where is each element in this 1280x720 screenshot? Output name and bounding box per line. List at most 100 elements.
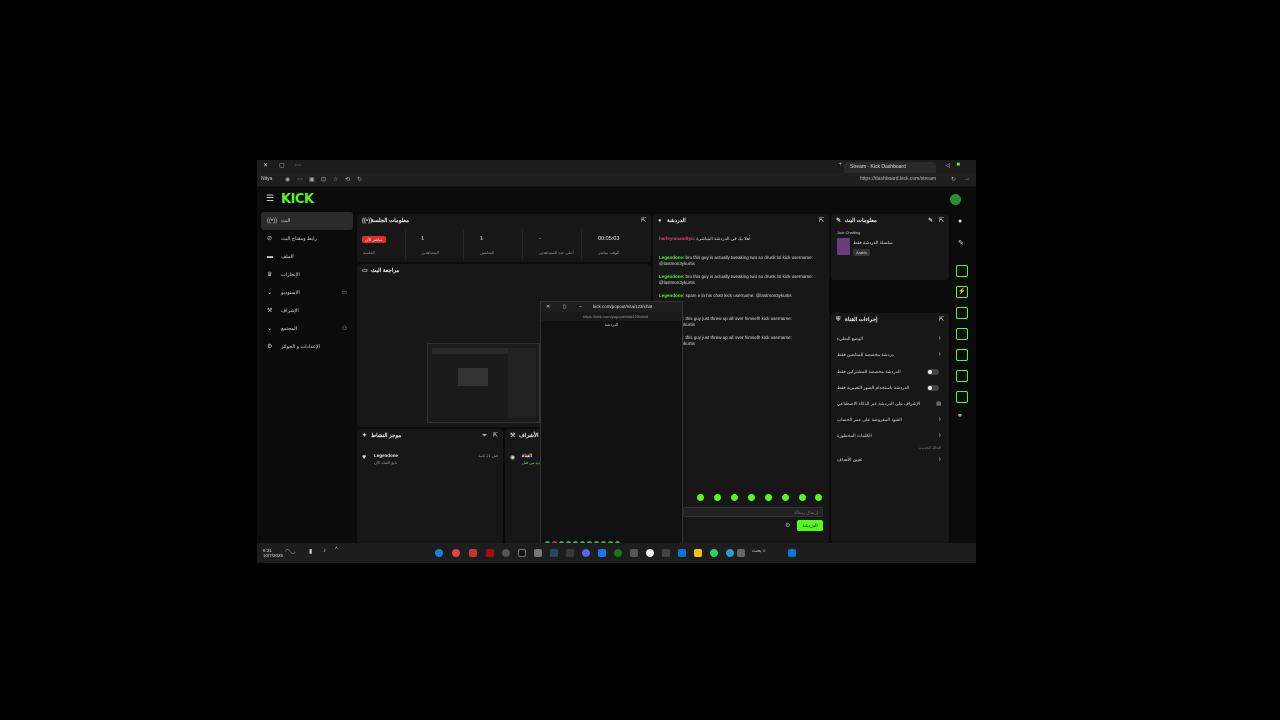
pencil-icon[interactable]: ✎ [958, 239, 964, 247]
gavel-icon[interactable] [956, 391, 968, 403]
app-icon[interactable] [598, 549, 606, 557]
rail-button-3[interactable] [956, 307, 968, 319]
popout-icon[interactable]: ⇱ [939, 214, 944, 228]
action-subscribers-only[interactable]: الدردشة مخصصة للمشتركين فقط [837, 366, 941, 378]
app-icon[interactable] [534, 549, 542, 557]
taskview-icon[interactable] [737, 549, 745, 557]
emote-icon[interactable] [731, 494, 738, 501]
chat-user[interactable]: Legendone [659, 274, 683, 279]
filter-icon[interactable]: ⏷ [482, 429, 487, 443]
sidebar-item-profile[interactable]: ▬ الملف [261, 248, 353, 266]
sidebar-item-achievements[interactable]: ♛ الإنجازات [261, 266, 353, 284]
bolt-icon[interactable]: ⚡ [956, 286, 968, 298]
edge-icon[interactable] [435, 549, 443, 557]
browser-tab[interactable]: Stream - Kick Dashboard [844, 162, 936, 173]
action-ai-moderation[interactable]: الإشراف على الدردشة عبر الذكاء الاصطناعي… [837, 398, 941, 410]
battery-icon[interactable]: ▮ [309, 548, 312, 555]
minimize-window-icon[interactable]: ▢ [279, 162, 285, 169]
tabs-icon[interactable]: ▣ [309, 176, 315, 183]
search-button[interactable]: بحث ⌕ [752, 548, 766, 554]
avatar[interactable] [950, 194, 961, 205]
wifi-icon[interactable]: ◠◡ [285, 548, 295, 555]
emote-icon[interactable] [714, 494, 721, 501]
telegram-icon[interactable] [726, 549, 734, 557]
extensions-icon[interactable]: ◉ [285, 176, 290, 183]
settings-icon[interactable]: ⚙ [785, 522, 790, 529]
popout-icon[interactable]: ⇱ [939, 313, 944, 327]
steam-icon[interactable] [550, 549, 558, 557]
sidebar-item-settings[interactable]: ⚙ الإعدادات و الجوائز [261, 338, 353, 356]
sidebar-item-moderation[interactable]: ⚒ الإشراف [261, 302, 353, 320]
app-icon[interactable] [566, 549, 574, 557]
url-field[interactable]: https://dashboard.kick.com/stream [860, 176, 936, 182]
clock[interactable]: 6:31 10/7/2025 [263, 548, 283, 558]
edit-icon[interactable]: ✎ [928, 214, 933, 228]
action-emotes-only[interactable]: الدردشة باستخدام الصور التعبيرية فقط [837, 382, 941, 394]
menu-dots-icon[interactable]: ⋯ [297, 176, 303, 183]
chat-user[interactable]: harleymoandtyu [659, 236, 694, 241]
forward-icon[interactable]: → [964, 176, 970, 182]
maximize-icon[interactable]: ▯ [563, 302, 566, 312]
reload-icon[interactable]: ↻ [951, 176, 956, 183]
action-slow-mode[interactable]: الوضع البطيء › [837, 333, 941, 345]
favorites-icon[interactable]: ☆ [333, 176, 338, 183]
popup-url-bar[interactable]: https://kick.com/popout/nitai123/chat [541, 312, 682, 321]
kick-logo[interactable]: KICK [281, 192, 314, 207]
app-icon[interactable] [630, 549, 638, 557]
chat-input[interactable] [683, 507, 823, 517]
menu-icon[interactable]: ☰ [266, 193, 274, 204]
close-icon[interactable]: ✕ [546, 302, 550, 312]
more-icon[interactable]: ⋯ [295, 162, 301, 169]
app-icon[interactable] [662, 549, 670, 557]
collections-icon[interactable]: ⊡ [321, 176, 326, 183]
chrome-icon[interactable] [646, 549, 654, 557]
chat-user[interactable]: Legendone [659, 293, 683, 298]
store-icon[interactable] [678, 549, 686, 557]
chat-user[interactable]: Legendone [659, 255, 683, 260]
emote-icon[interactable] [748, 494, 755, 501]
popout-icon[interactable]: ⇱ [819, 214, 824, 228]
rail-button-5[interactable] [956, 349, 968, 361]
xbox-icon[interactable] [614, 549, 622, 557]
sidebar-item-studio[interactable]: ⌄ الاستوديو ▭ [261, 284, 353, 302]
popout-icon[interactable]: ⇱ [493, 429, 498, 443]
emote-icon[interactable] [815, 494, 822, 501]
stream-preview-video[interactable] [427, 343, 540, 423]
emote-icon[interactable] [782, 494, 789, 501]
sidebar-item-community[interactable]: ⌄ المجتمع ⚇ [261, 320, 353, 338]
action-set-goals[interactable]: تعيين الأهداف › [837, 454, 941, 466]
sidebar-item-stream[interactable]: ((•)) البث [261, 212, 353, 230]
toggle-switch[interactable] [927, 369, 939, 375]
minimize-icon[interactable]: – [579, 302, 582, 312]
tiktok-icon[interactable] [518, 549, 526, 557]
whatsapp-icon[interactable] [710, 549, 718, 557]
share-icon[interactable]: ⚭ [957, 412, 963, 420]
profile-label[interactable]: Nitya [261, 176, 272, 182]
app-icon[interactable] [502, 549, 510, 557]
action-account-age[interactable]: القيود المفروضة على عمر الحساب › [837, 414, 941, 426]
emote-icon[interactable] [765, 494, 772, 501]
browser-icon[interactable] [452, 549, 460, 557]
action-banned-words[interactable]: الكلمات المحظورة › [837, 430, 941, 442]
chevron-up-icon[interactable]: ^ [335, 547, 338, 553]
discord-icon[interactable] [582, 549, 590, 557]
emote-icon[interactable] [697, 494, 704, 501]
action-followers-only[interactable]: دردشة مخصصة للمتابعين فقط › [837, 349, 941, 361]
sidebar-item-stream-key[interactable]: ⊘ رابط ومفتاح البث [261, 230, 353, 248]
rail-button-1[interactable] [956, 265, 968, 277]
info-icon[interactable]: ● [958, 218, 962, 225]
emote-icon[interactable] [799, 494, 806, 501]
app-icon[interactable] [486, 549, 494, 557]
toggle-switch[interactable] [927, 385, 939, 391]
mic-icon[interactable]: ♪ [323, 548, 326, 554]
translate-icon[interactable]: ⟲ [345, 176, 350, 183]
send-button[interactable]: الدردشة [797, 520, 823, 531]
user-icon[interactable] [956, 370, 968, 382]
popout-icon[interactable]: ⇱ [641, 214, 646, 228]
refresh-icon[interactable]: ↻ [357, 176, 362, 183]
new-tab-icon[interactable]: + [838, 162, 842, 168]
explorer-icon[interactable] [694, 549, 702, 557]
close-window-icon[interactable]: ✕ [263, 162, 268, 169]
acrobat-icon[interactable] [469, 549, 477, 557]
start-icon[interactable] [788, 549, 796, 557]
